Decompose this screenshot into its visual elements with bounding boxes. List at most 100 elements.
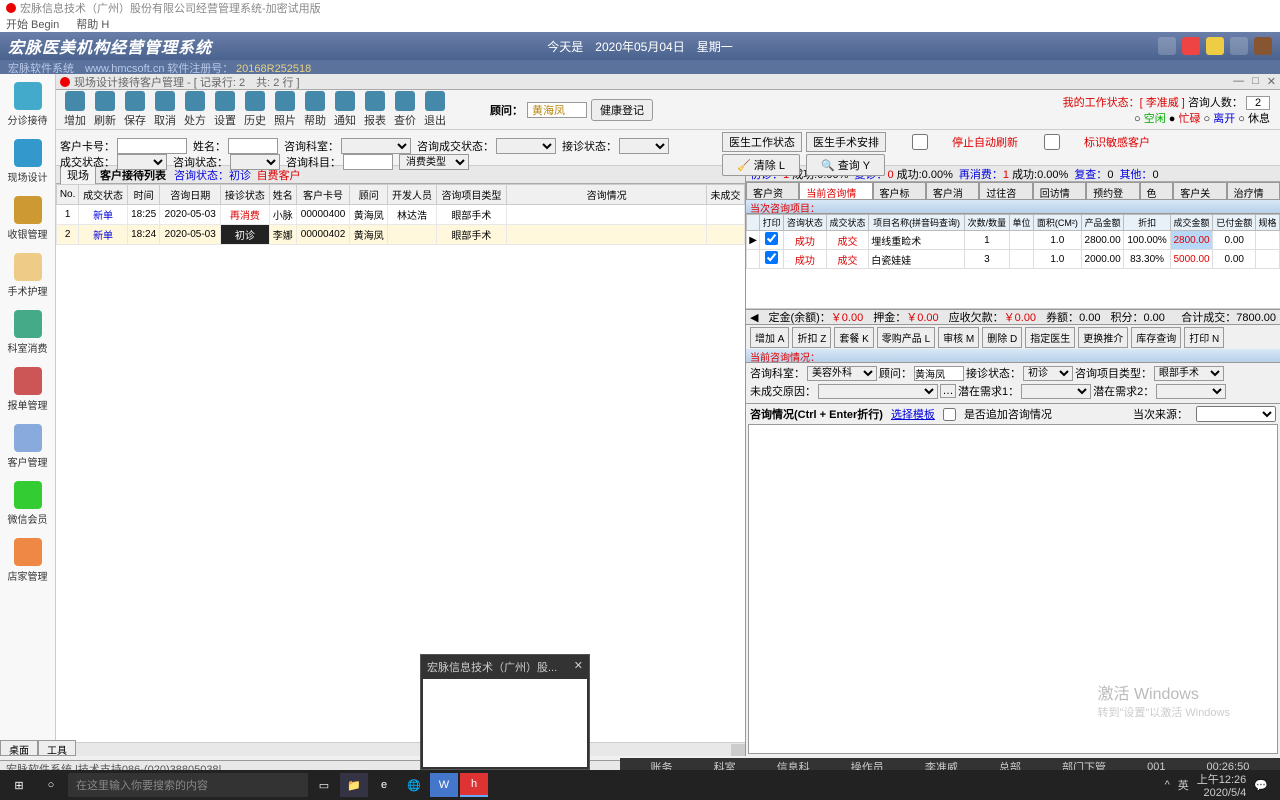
- chk-print[interactable]: [765, 251, 778, 264]
- edge-icon[interactable]: е: [370, 773, 398, 797]
- sidebar-customer[interactable]: 客户管理: [0, 420, 55, 477]
- col-header[interactable]: 接诊状态: [221, 185, 270, 205]
- explorer-icon[interactable]: 📁: [340, 773, 368, 797]
- reason-more[interactable]: …: [940, 384, 956, 398]
- col-header[interactable]: No.: [57, 185, 79, 205]
- cortana-icon[interactable]: ○: [36, 773, 66, 797]
- template-link[interactable]: 选择模板: [891, 406, 935, 422]
- rtab-1[interactable]: 当前咨询情况: [799, 182, 872, 199]
- sel-d-reason[interactable]: [818, 384, 938, 399]
- item-col[interactable]: 已付金额: [1213, 215, 1256, 231]
- rtab-7[interactable]: 色卡: [1140, 182, 1174, 199]
- col-header[interactable]: 时间: [127, 185, 159, 205]
- user-icon[interactable]: [1230, 37, 1248, 55]
- select-cstat[interactable]: [230, 154, 280, 170]
- col-header[interactable]: 咨询日期: [160, 185, 221, 205]
- item-col[interactable]: 打印: [760, 215, 784, 231]
- chrome-icon[interactable]: 🌐: [400, 773, 428, 797]
- toolbar-add-button[interactable]: 增加: [60, 91, 90, 128]
- chk-sensitive[interactable]: [1022, 134, 1082, 150]
- toolbar-photo-button[interactable]: 照片: [270, 91, 300, 128]
- toolbar-notify-button[interactable]: 通知: [330, 91, 360, 128]
- minimize-icon[interactable]: —: [1233, 75, 1244, 88]
- sidebar-dept[interactable]: 科室消费: [0, 306, 55, 363]
- table-row[interactable]: 2新单18:242020-05-03初诊李娜00000402黄海凤眼部手术: [57, 225, 745, 245]
- input-name[interactable]: [228, 138, 278, 154]
- sidebar-onsite[interactable]: 现场设计: [0, 135, 55, 192]
- input-csub[interactable]: [343, 154, 393, 170]
- customer-grid[interactable]: No.成交状态时间咨询日期接诊状态姓名客户卡号顾问开发人员咨询项目类型咨询情况未…: [56, 184, 745, 742]
- tab-tools[interactable]: 工具: [38, 740, 76, 756]
- system-tray[interactable]: ^ 英 上午12:262020/5/4 💬: [1165, 771, 1276, 799]
- item-col[interactable]: 规格: [1256, 215, 1280, 231]
- toolbar-exit-button[interactable]: 退出: [420, 91, 450, 128]
- col-header[interactable]: 开发人员: [388, 185, 437, 205]
- rtab-8[interactable]: 客户关系: [1173, 182, 1226, 199]
- thumb-close-icon[interactable]: ✕: [574, 659, 583, 675]
- chk-autorefresh[interactable]: [890, 134, 950, 150]
- col-header[interactable]: 顾问: [350, 185, 388, 205]
- sel-d-recv[interactable]: 初诊: [1023, 366, 1073, 381]
- heart-icon[interactable]: [1182, 37, 1200, 55]
- sel-src[interactable]: [1196, 406, 1276, 422]
- table-row[interactable]: 1新单18:252020-05-03再消费小脉00000400黄海凤林达浩眼部手…: [57, 205, 745, 225]
- tray-up-icon[interactable]: ^: [1165, 779, 1170, 791]
- action-btn-0[interactable]: 增加 A: [750, 327, 789, 348]
- toolbar-refresh-button[interactable]: 刷新: [90, 91, 120, 128]
- visitors-count[interactable]: [1246, 96, 1270, 110]
- wps-icon[interactable]: W: [430, 773, 458, 797]
- rtab-0[interactable]: 客户资料: [746, 182, 799, 199]
- action-btn-8[interactable]: 库存查询: [1131, 327, 1181, 348]
- select-recv[interactable]: [619, 138, 669, 154]
- select-ctype[interactable]: 消费类型: [399, 154, 469, 170]
- maximize-icon[interactable]: □: [1252, 75, 1259, 88]
- toolbar-rx-button[interactable]: 处方: [180, 91, 210, 128]
- sel-d-ptype[interactable]: 眼部手术: [1154, 366, 1224, 381]
- opt-busy[interactable]: 忙碌: [1178, 113, 1200, 125]
- rtab-5[interactable]: 回访情况: [1033, 182, 1086, 199]
- action-btn-2[interactable]: 套餐 K: [834, 327, 873, 348]
- taskview-icon[interactable]: ▭: [310, 773, 338, 797]
- tab-desktop[interactable]: 桌面: [0, 740, 38, 756]
- item-row[interactable]: 成功成交白瓷娃娃31.02000.0083.30%5000.000.00: [747, 250, 1280, 269]
- taskbar-search[interactable]: 在这里输入你要搜索的内容: [68, 773, 308, 797]
- item-col[interactable]: 次数/数量: [964, 215, 1009, 231]
- query-button[interactable]: 🔍 查询 Y: [806, 154, 885, 176]
- item-col[interactable]: 单位: [1010, 215, 1034, 231]
- col-header[interactable]: 咨询项目类型: [436, 185, 506, 205]
- items-grid[interactable]: 打印咨询状态成交状态项目名称(拼音码查询)次数/数量单位面积(CM²)产品金额折…: [746, 214, 1280, 269]
- action-btn-4[interactable]: 审核 M: [938, 327, 979, 348]
- item-col[interactable]: 折扣: [1124, 215, 1170, 231]
- clear-button[interactable]: 🧹 清除 L: [722, 154, 800, 176]
- health-register-button[interactable]: 健康登记: [591, 99, 653, 121]
- start-button[interactable]: ⊞: [4, 773, 34, 797]
- folder-icon[interactable]: [1206, 37, 1224, 55]
- doc-status-button[interactable]: 医生工作状态: [722, 132, 802, 152]
- opt-away[interactable]: 离开: [1213, 113, 1235, 125]
- tray-ime-icon[interactable]: 英: [1178, 777, 1189, 793]
- sel-d-need1[interactable]: [1021, 384, 1091, 399]
- toolbar-cancel-button[interactable]: 取消: [150, 91, 180, 128]
- rtab-9[interactable]: 治疗情况: [1227, 182, 1280, 199]
- h-scrollbar[interactable]: [56, 742, 745, 756]
- sidebar-wechat[interactable]: 微信会员: [0, 477, 55, 534]
- action-btn-1[interactable]: 折扣 Z: [792, 327, 831, 348]
- select-deal[interactable]: [496, 138, 556, 154]
- tray-notify-icon[interactable]: 💬: [1254, 779, 1268, 792]
- chk-append[interactable]: [943, 408, 956, 421]
- select-dept[interactable]: [341, 138, 411, 154]
- opt-rest[interactable]: 休息: [1248, 113, 1270, 125]
- sel-d-dept[interactable]: 美容外科: [807, 366, 877, 381]
- col-header[interactable]: 成交状态: [79, 185, 128, 205]
- rtab-6[interactable]: 预约登记: [1086, 182, 1139, 199]
- menu-help[interactable]: 帮助 H: [76, 19, 109, 31]
- doc-sched-button[interactable]: 医生手术安排: [806, 132, 886, 152]
- input-card[interactable]: [117, 138, 187, 154]
- item-col[interactable]: 成交金额: [1170, 215, 1213, 231]
- item-col[interactable]: 成交状态: [826, 215, 869, 231]
- home-icon[interactable]: [1158, 37, 1176, 55]
- sidebar-store[interactable]: 店家管理: [0, 534, 55, 591]
- toolbar-settings-button[interactable]: 设置: [210, 91, 240, 128]
- toolbar-history-button[interactable]: 历史: [240, 91, 270, 128]
- app-taskbar-icon[interactable]: h: [460, 773, 488, 797]
